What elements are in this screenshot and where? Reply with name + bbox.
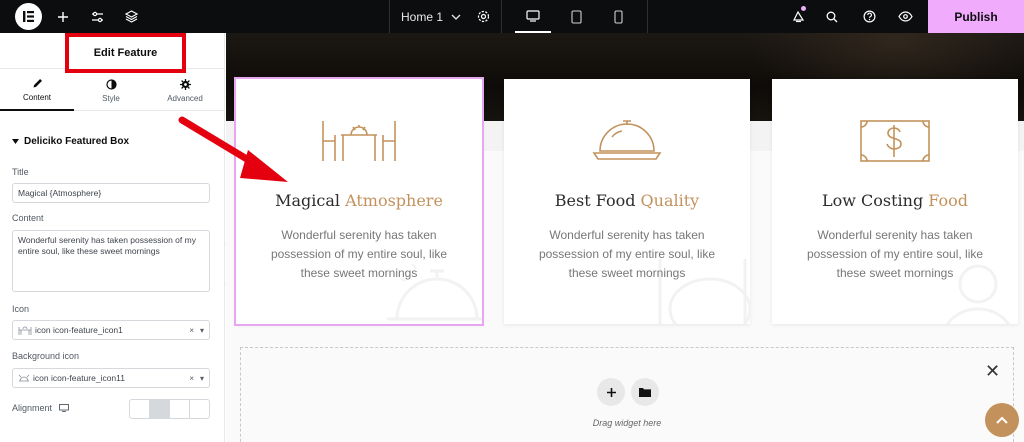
feature-card[interactable]: Best Food Quality Wonderful serenity has… (504, 79, 750, 324)
dropdown-arrow-icon[interactable]: ▾ (200, 374, 204, 383)
divider (501, 0, 502, 33)
dining-table-icon (18, 326, 32, 335)
title-label: Title (12, 167, 29, 177)
top-bar: Home 1 Publish (0, 0, 1024, 33)
content-textarea[interactable]: Wonderful serenity has taken possession … (12, 230, 210, 292)
page-selector[interactable]: Home 1 (401, 0, 461, 33)
pencil-icon (33, 79, 42, 88)
select-controls: × ▾ (189, 374, 204, 383)
tab-style[interactable]: Style (74, 71, 148, 111)
section-toggle[interactable]: Deliciko Featured Box (12, 136, 129, 147)
publish-button[interactable]: Publish (928, 0, 1024, 33)
panel-tabs: Content Style Advanced (0, 71, 225, 111)
plus-icon (606, 387, 616, 397)
card-title: Best Food Quality (554, 191, 700, 210)
align-left-button[interactable] (130, 400, 150, 418)
page-settings-gear-icon[interactable] (468, 0, 498, 33)
icon-label: Icon (12, 304, 30, 314)
caret-down-icon (12, 139, 19, 144)
align-right-button[interactable] (170, 400, 190, 418)
add-section-button[interactable] (597, 378, 625, 406)
page-name: Home 1 (401, 9, 444, 24)
mobile-view-icon[interactable] (600, 0, 636, 33)
feature-card[interactable]: Magical Atmosphere Wonderful serenity ha… (234, 77, 484, 326)
alignment-label-row: Alignment (12, 403, 69, 413)
chevron-down-icon (451, 14, 461, 20)
align-justify-button[interactable] (190, 400, 209, 418)
site-settings-icon[interactable] (82, 0, 112, 33)
tab-advanced[interactable]: Advanced (148, 71, 222, 111)
half-circle-icon (105, 79, 117, 90)
tab-content[interactable]: Content (0, 71, 74, 111)
gear-icon (179, 79, 191, 90)
clear-icon[interactable]: × (189, 374, 194, 383)
card-text: Wonderful serenity has taken possession … (538, 228, 716, 280)
tab-content-label: Content (22, 93, 52, 102)
bg-icon-select[interactable]: icon icon-feature_icon11 × ▾ (12, 368, 210, 388)
tab-style-label: Style (102, 94, 120, 103)
title-input[interactable]: Magical {Atmosphere} (12, 183, 210, 203)
align-center-button[interactable] (150, 400, 170, 418)
page-canvas: Magical Atmosphere Wonderful serenity ha… (226, 33, 1024, 442)
card-text: Wonderful serenity has taken possession … (270, 228, 448, 280)
tablet-view-icon[interactable] (558, 0, 594, 33)
divider (389, 0, 390, 33)
cloche-outline-icon (18, 374, 30, 381)
section-title: Deliciko Featured Box (24, 136, 130, 147)
feature-card[interactable]: Low Costing Food Wonderful serenity has … (772, 79, 1018, 324)
search-icon[interactable] (817, 0, 847, 33)
card-title: Magical Atmosphere (275, 191, 443, 210)
add-element-icon[interactable] (48, 0, 78, 33)
tab-advanced-label: Advanced (167, 94, 203, 103)
desktop-responsive-icon[interactable] (59, 404, 69, 412)
close-icon[interactable]: ✕ (985, 361, 1000, 382)
help-icon[interactable] (854, 0, 884, 33)
icon-select[interactable]: icon icon-feature_icon1 × ▾ (12, 320, 210, 340)
scroll-to-top-button[interactable] (985, 403, 1019, 437)
editor-panel: Edit Feature Content Style Advanced Deli… (0, 33, 225, 442)
dollar-bill-icon (772, 119, 1018, 169)
chevron-up-icon (996, 416, 1008, 424)
structure-layers-icon[interactable] (116, 0, 146, 33)
drag-widget-hint: Drag widget here (592, 418, 662, 428)
clear-icon[interactable]: × (189, 326, 194, 335)
bg-icon-label: Background icon (12, 351, 80, 361)
notification-dot (801, 6, 806, 11)
divider (647, 0, 648, 33)
elementor-logo-icon[interactable] (15, 3, 42, 30)
desktop-view-icon[interactable] (515, 0, 551, 33)
card-title: Low Costing Food (821, 191, 969, 210)
dining-table-icon (236, 119, 482, 169)
add-template-button[interactable] (631, 378, 659, 406)
select-controls: × ▾ (189, 326, 204, 335)
dropdown-arrow-icon[interactable]: ▾ (200, 326, 204, 335)
alignment-control (129, 399, 210, 419)
panel-title: Edit Feature (65, 33, 186, 73)
notifications-icon[interactable] (783, 0, 813, 33)
food-cloche-icon (504, 119, 750, 169)
folder-icon (639, 388, 651, 397)
card-text: Wonderful serenity has taken possession … (806, 228, 984, 280)
bg-icon-select-value: icon icon-feature_icon11 (33, 373, 125, 383)
widget-drop-zone[interactable]: Drag widget here ✕ (240, 347, 1014, 442)
preview-eye-icon[interactable] (890, 0, 920, 33)
alignment-label: Alignment (12, 403, 53, 413)
icon-select-value: icon icon-feature_icon1 (35, 325, 123, 335)
content-label: Content (12, 213, 44, 223)
